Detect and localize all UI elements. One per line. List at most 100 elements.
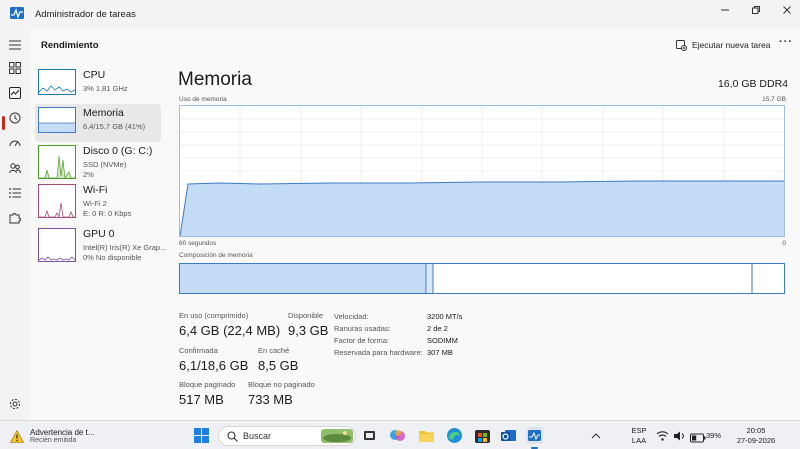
perf-item-cpu[interactable]: CPU 3% 1,81 GHz [35, 66, 161, 104]
services-puzzle-icon [9, 213, 21, 224]
nav-services[interactable] [7, 210, 23, 226]
memory-usage-graph-svg [179, 106, 784, 237]
memory-thumbnail-graph [38, 107, 76, 133]
task-manager-taskbar-button[interactable] [526, 427, 543, 449]
disk-thumbnail-graph [38, 145, 76, 179]
spec-slots-value: 2 de 2 [427, 324, 448, 333]
copilot-icon [390, 430, 405, 441]
chevron-up-icon [591, 433, 601, 439]
file-explorer-button[interactable] [418, 427, 435, 444]
stat-nonpaged-label: Bloque no paginado [248, 380, 315, 389]
perf-item-wifi[interactable]: Wi-Fi Wi-Fi 2 E: 0 R: 0 Kbps [35, 181, 161, 219]
nav-details[interactable] [7, 185, 23, 201]
history-icon [9, 112, 21, 124]
speaker-icon [674, 431, 684, 441]
memory-total: 16,0 GB DDR4 [717, 78, 788, 90]
nav-app-history[interactable] [7, 110, 23, 126]
notification-title: Advertencia de t... [30, 428, 95, 437]
outlook-icon [501, 430, 516, 441]
start-button[interactable] [193, 427, 210, 444]
copilot-button[interactable] [389, 427, 406, 444]
perf-item-name: GPU 0 [83, 228, 115, 240]
battery-tray-button[interactable] [690, 430, 706, 443]
processes-grid-icon [9, 62, 21, 74]
stat-paged-label: Bloque paginado [179, 380, 236, 389]
spec-speed-label: Velocidad: [334, 312, 369, 321]
perf-item-gpu[interactable]: GPU 0 Intel(R) Iris(R) Xe Grap... 0% No … [35, 225, 166, 263]
main-content: Rendimiento Ejecutar nueva tarea ··· CPU… [30, 29, 800, 420]
composition-in-use [180, 264, 426, 293]
nav-processes[interactable] [7, 60, 23, 76]
nav-settings[interactable] [7, 396, 23, 412]
clock-time[interactable]: 20:05 [727, 426, 785, 435]
nav-users[interactable] [7, 160, 23, 176]
store-icon [475, 430, 490, 443]
spec-form-factor-label: Factor de forma: [334, 336, 390, 345]
search-highlight-image-icon [321, 429, 353, 443]
wifi-icon [656, 431, 669, 441]
perf-item-memory[interactable]: Memoria 6,4/15,7 GB (41%) [35, 104, 161, 142]
stat-committed-label: Confirmada [179, 346, 218, 355]
store-button[interactable] [474, 427, 491, 444]
stat-nonpaged-value: 733 MB [248, 392, 293, 407]
warning-icon [10, 429, 24, 443]
task-view-button[interactable] [361, 427, 378, 444]
perf-item-sub: 3% 1,81 GHz [83, 84, 128, 93]
input-language-primary[interactable]: ESP [628, 426, 650, 435]
battery-icon [690, 433, 706, 443]
performance-icon [9, 87, 21, 99]
stat-available-label: Disponible [288, 311, 324, 320]
clock-date[interactable]: 27-09-2026 [727, 436, 785, 445]
hamburger-icon [9, 40, 21, 50]
spec-speed-value: 3200 MT/s [427, 312, 463, 321]
edge-button[interactable] [446, 427, 463, 444]
notification-widget[interactable]: Advertencia de t... Recién emitida [10, 424, 94, 448]
outlook-button[interactable] [500, 427, 517, 444]
stat-committed-value: 6,1/18,6 GB [179, 358, 249, 373]
nav-startup-apps[interactable] [7, 135, 23, 151]
memory-usage-max: 15,7 GB [762, 96, 786, 103]
stat-in-use-value: 6,4 GB (22,4 MB) [179, 323, 281, 338]
wifi-tray-button[interactable] [656, 429, 669, 441]
memory-usage-graph [179, 105, 785, 237]
windows-logo-icon [194, 428, 209, 443]
folder-icon [419, 431, 434, 442]
perf-item-disk[interactable]: Disco 0 (G: C:) SSD (NVMe) 2% [35, 142, 161, 180]
stat-paged-value: 517 MB [179, 392, 224, 407]
task-manager-app-icon [10, 7, 24, 19]
search-placeholder: Buscar [243, 431, 272, 441]
search-icon [227, 431, 238, 442]
nav-performance[interactable] [7, 85, 23, 101]
perf-item-sub2: 2% [83, 170, 94, 179]
title-bar: Administrador de tareas [0, 0, 800, 29]
perf-item-sub: Intel(R) Iris(R) Xe Grap... [83, 243, 167, 252]
perf-item-sub2: E: 0 R: 0 Kbps [83, 209, 132, 218]
memory-composition-label: Composición de memoria [179, 252, 253, 259]
taskbar-search[interactable]: Buscar [218, 426, 356, 446]
close-icon [783, 6, 791, 14]
input-language-secondary[interactable]: LAA [628, 436, 650, 445]
graph-axis-right: 0 [782, 240, 786, 247]
minimize-icon [721, 9, 729, 11]
close-button[interactable] [769, 0, 800, 20]
window-title: Administrador de tareas [35, 9, 136, 20]
perf-item-sub: SSD (NVMe) [83, 160, 127, 169]
task-view-icon [364, 431, 375, 440]
volume-tray-button[interactable] [673, 429, 686, 441]
details-list-icon [9, 188, 21, 198]
spec-form-factor-value: SODIMM [427, 336, 458, 345]
gear-icon [9, 398, 21, 410]
spec-slots-label: Ranuras usadas: [334, 324, 391, 333]
perf-item-name: Wi-Fi [83, 184, 108, 196]
cpu-thumbnail-graph [38, 69, 76, 95]
hamburger-menu-button[interactable] [7, 37, 23, 53]
wifi-thumbnail-graph [38, 184, 76, 218]
users-icon [9, 163, 21, 174]
edge-icon [447, 428, 462, 443]
perf-item-name: Memoria [83, 107, 124, 119]
battery-percent: 39% [706, 431, 722, 440]
tray-overflow-button[interactable] [590, 429, 602, 441]
notification-sub: Recién emitida [30, 437, 77, 444]
perf-item-name: CPU [83, 69, 106, 81]
startup-gauge-icon [9, 140, 21, 147]
